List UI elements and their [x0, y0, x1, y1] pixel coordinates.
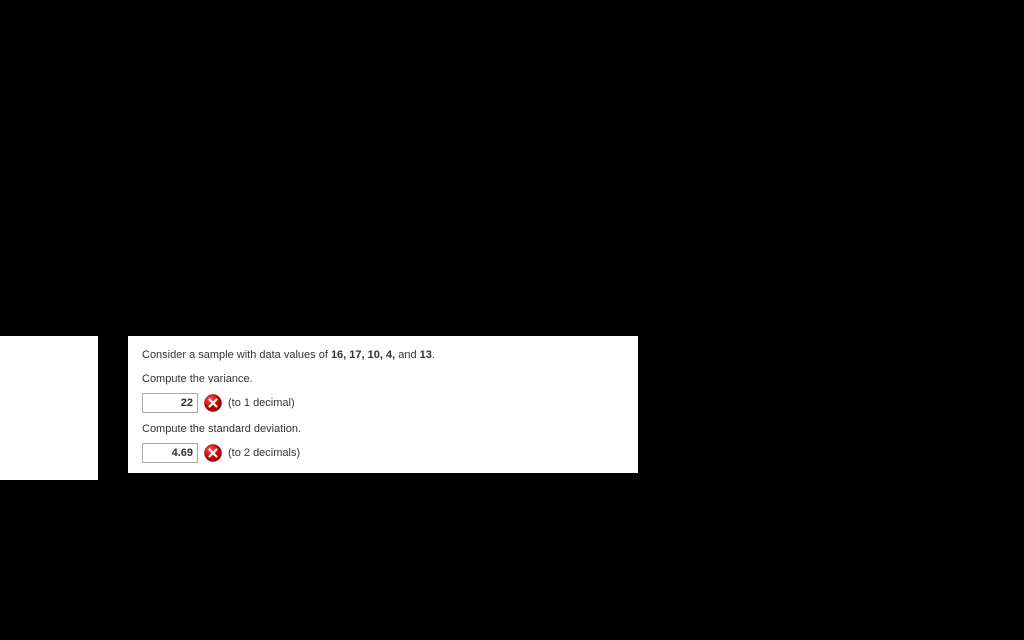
variance-hint: (to 1 decimal) — [228, 397, 295, 409]
variance-answer-row: (to 1 decimal) — [142, 393, 624, 413]
incorrect-icon — [204, 394, 222, 412]
incorrect-icon — [204, 444, 222, 462]
prompt-suffix: . — [432, 349, 435, 361]
stddev-hint: (to 2 decimals) — [228, 447, 300, 459]
variance-label: Compute the variance. — [142, 373, 624, 385]
data-values-bold: 16, 17, 10, 4, — [331, 349, 395, 361]
left-margin-sliver — [0, 336, 98, 480]
prompt-prefix: Consider a sample with data values of — [142, 349, 331, 361]
stddev-label: Compute the standard deviation. — [142, 423, 624, 435]
question-prompt: Consider a sample with data values of 16… — [142, 348, 624, 363]
stddev-answer-row: (to 2 decimals) — [142, 443, 624, 463]
prompt-mid: and — [395, 349, 419, 361]
question-panel: Consider a sample with data values of 16… — [128, 336, 638, 473]
data-values-last: 13 — [420, 349, 432, 361]
variance-input[interactable] — [142, 393, 198, 413]
stddev-input[interactable] — [142, 443, 198, 463]
